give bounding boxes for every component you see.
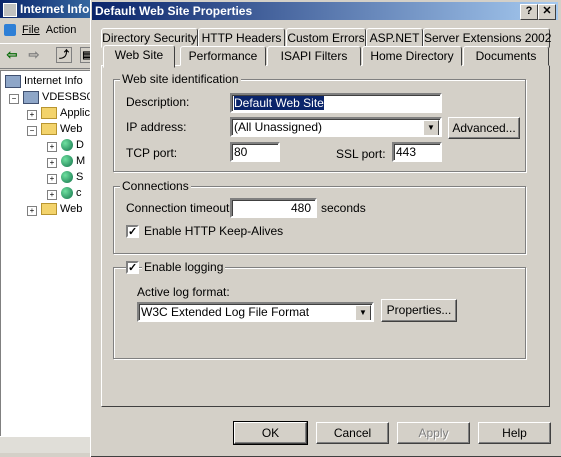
seconds-unit-label: seconds — [321, 201, 366, 215]
tree-item[interactable]: D — [61, 137, 84, 153]
keepalive-checkbox[interactable]: ✓ — [126, 225, 139, 238]
chevron-down-icon[interactable]: ▼ — [355, 305, 371, 320]
tcp-port-label: TCP port: — [126, 146, 178, 160]
enable-logging-label: Enable logging — [142, 260, 226, 274]
tree-item[interactable]: Internet Info — [5, 73, 83, 89]
tab-http-headers[interactable]: HTTP Headers — [198, 28, 285, 48]
expand-icon[interactable]: + — [47, 174, 57, 184]
cancel-button[interactable]: Cancel — [316, 422, 389, 444]
connection-timeout-input[interactable]: 480 — [230, 198, 317, 218]
keepalive-label: Enable HTTP Keep-Alives — [144, 224, 284, 238]
website-globe-icon — [61, 155, 73, 168]
iis-app-icon — [3, 3, 17, 17]
folder-icon — [41, 107, 57, 120]
forward-arrow-icon[interactable]: ⇨ — [26, 47, 42, 63]
identification-legend: Web site identification — [120, 72, 241, 86]
expand-icon[interactable]: + — [47, 190, 57, 200]
ok-button[interactable]: OK — [233, 421, 308, 445]
dialog-title-bar: Default Web Site Properties ? ✕ — [92, 2, 558, 20]
tcp-port-input[interactable]: 80 — [230, 142, 280, 162]
help-caption-button[interactable]: ? — [520, 4, 538, 20]
website-globe-icon — [61, 139, 73, 152]
menu-action[interactable]: Action — [46, 24, 77, 36]
dialog-title: Default Web Site Properties — [95, 4, 253, 18]
tab-documents[interactable]: Documents — [463, 46, 549, 66]
folder-icon — [41, 203, 57, 216]
connections-group: Connections — [113, 179, 526, 254]
tree-horizontal-scrollbar[interactable] — [0, 436, 92, 453]
connections-legend: Connections — [120, 179, 191, 193]
tree-item[interactable]: c — [61, 185, 82, 201]
mmc-menu-bar: File Action — [0, 20, 100, 40]
collapse-icon[interactable]: − — [9, 94, 19, 104]
mmc-title-bar: Internet Info — [0, 0, 100, 18]
advanced-button[interactable]: Advanced... — [448, 117, 520, 139]
tab-performance[interactable]: Performance — [180, 46, 266, 66]
tab-asp-net[interactable]: ASP.NET — [366, 28, 423, 48]
tab-custom-errors[interactable]: Custom Errors — [286, 28, 366, 48]
description-label: Description: — [126, 95, 190, 109]
ssl-port-label: SSL port: — [336, 147, 386, 161]
tree-item[interactable]: M — [61, 153, 85, 169]
connection-timeout-label: Connection timeout: — [126, 201, 233, 215]
ip-address-label: IP address: — [126, 120, 187, 134]
tab-server-extensions[interactable]: Server Extensions 2002 — [423, 28, 551, 48]
up-folder-icon[interactable]: ⤴ — [56, 47, 72, 63]
system-menu-icon[interactable] — [4, 24, 16, 37]
mmc-title: Internet Info — [20, 2, 90, 16]
iis-computer-icon — [5, 74, 21, 88]
help-button[interactable]: Help — [478, 422, 551, 444]
tree-item[interactable]: VDESBS0 — [23, 89, 93, 105]
tab-web-site[interactable]: Web Site — [103, 45, 175, 68]
mmc-toolbar: ⇦ ⇨ ⤴ ▤ — [0, 43, 100, 69]
chevron-down-icon[interactable]: ▼ — [423, 120, 439, 135]
website-globe-icon — [61, 171, 73, 184]
expand-icon[interactable]: + — [27, 206, 37, 216]
expand-icon[interactable]: + — [47, 158, 57, 168]
collapse-icon[interactable]: − — [27, 126, 37, 136]
ip-address-select[interactable]: (All Unassigned) ▼ — [230, 117, 442, 137]
close-icon[interactable]: ✕ — [538, 4, 556, 20]
description-input[interactable]: Default Web Site — [230, 93, 442, 113]
tree-item[interactable]: Applic — [41, 105, 90, 121]
active-log-format-label: Active log format: — [137, 285, 230, 299]
tab-home-directory[interactable]: Home Directory — [362, 46, 462, 66]
website-globe-icon — [61, 187, 73, 200]
tab-isapi-filters[interactable]: ISAPI Filters — [267, 46, 361, 66]
log-format-select[interactable]: W3C Extended Log File Format ▼ — [137, 302, 374, 322]
tree-item[interactable]: Web — [41, 121, 82, 137]
back-arrow-icon[interactable]: ⇦ — [4, 47, 20, 63]
menu-file[interactable]: File — [22, 24, 40, 36]
mmc-tree-pane: Internet Info − VDESBS0 + Applic − Web +… — [0, 70, 94, 437]
ssl-port-input[interactable]: 443 — [392, 142, 442, 162]
expand-icon[interactable]: + — [27, 110, 37, 120]
folder-icon — [41, 123, 57, 136]
expand-icon[interactable]: + — [47, 142, 57, 152]
apply-button[interactable]: Apply — [397, 422, 470, 444]
enable-logging-checkbox[interactable]: ✓ — [126, 261, 139, 274]
log-properties-button[interactable]: Properties... — [381, 299, 457, 322]
server-icon — [23, 90, 39, 104]
tree-item[interactable]: Web — [41, 201, 82, 217]
tree-item[interactable]: S — [61, 169, 83, 185]
